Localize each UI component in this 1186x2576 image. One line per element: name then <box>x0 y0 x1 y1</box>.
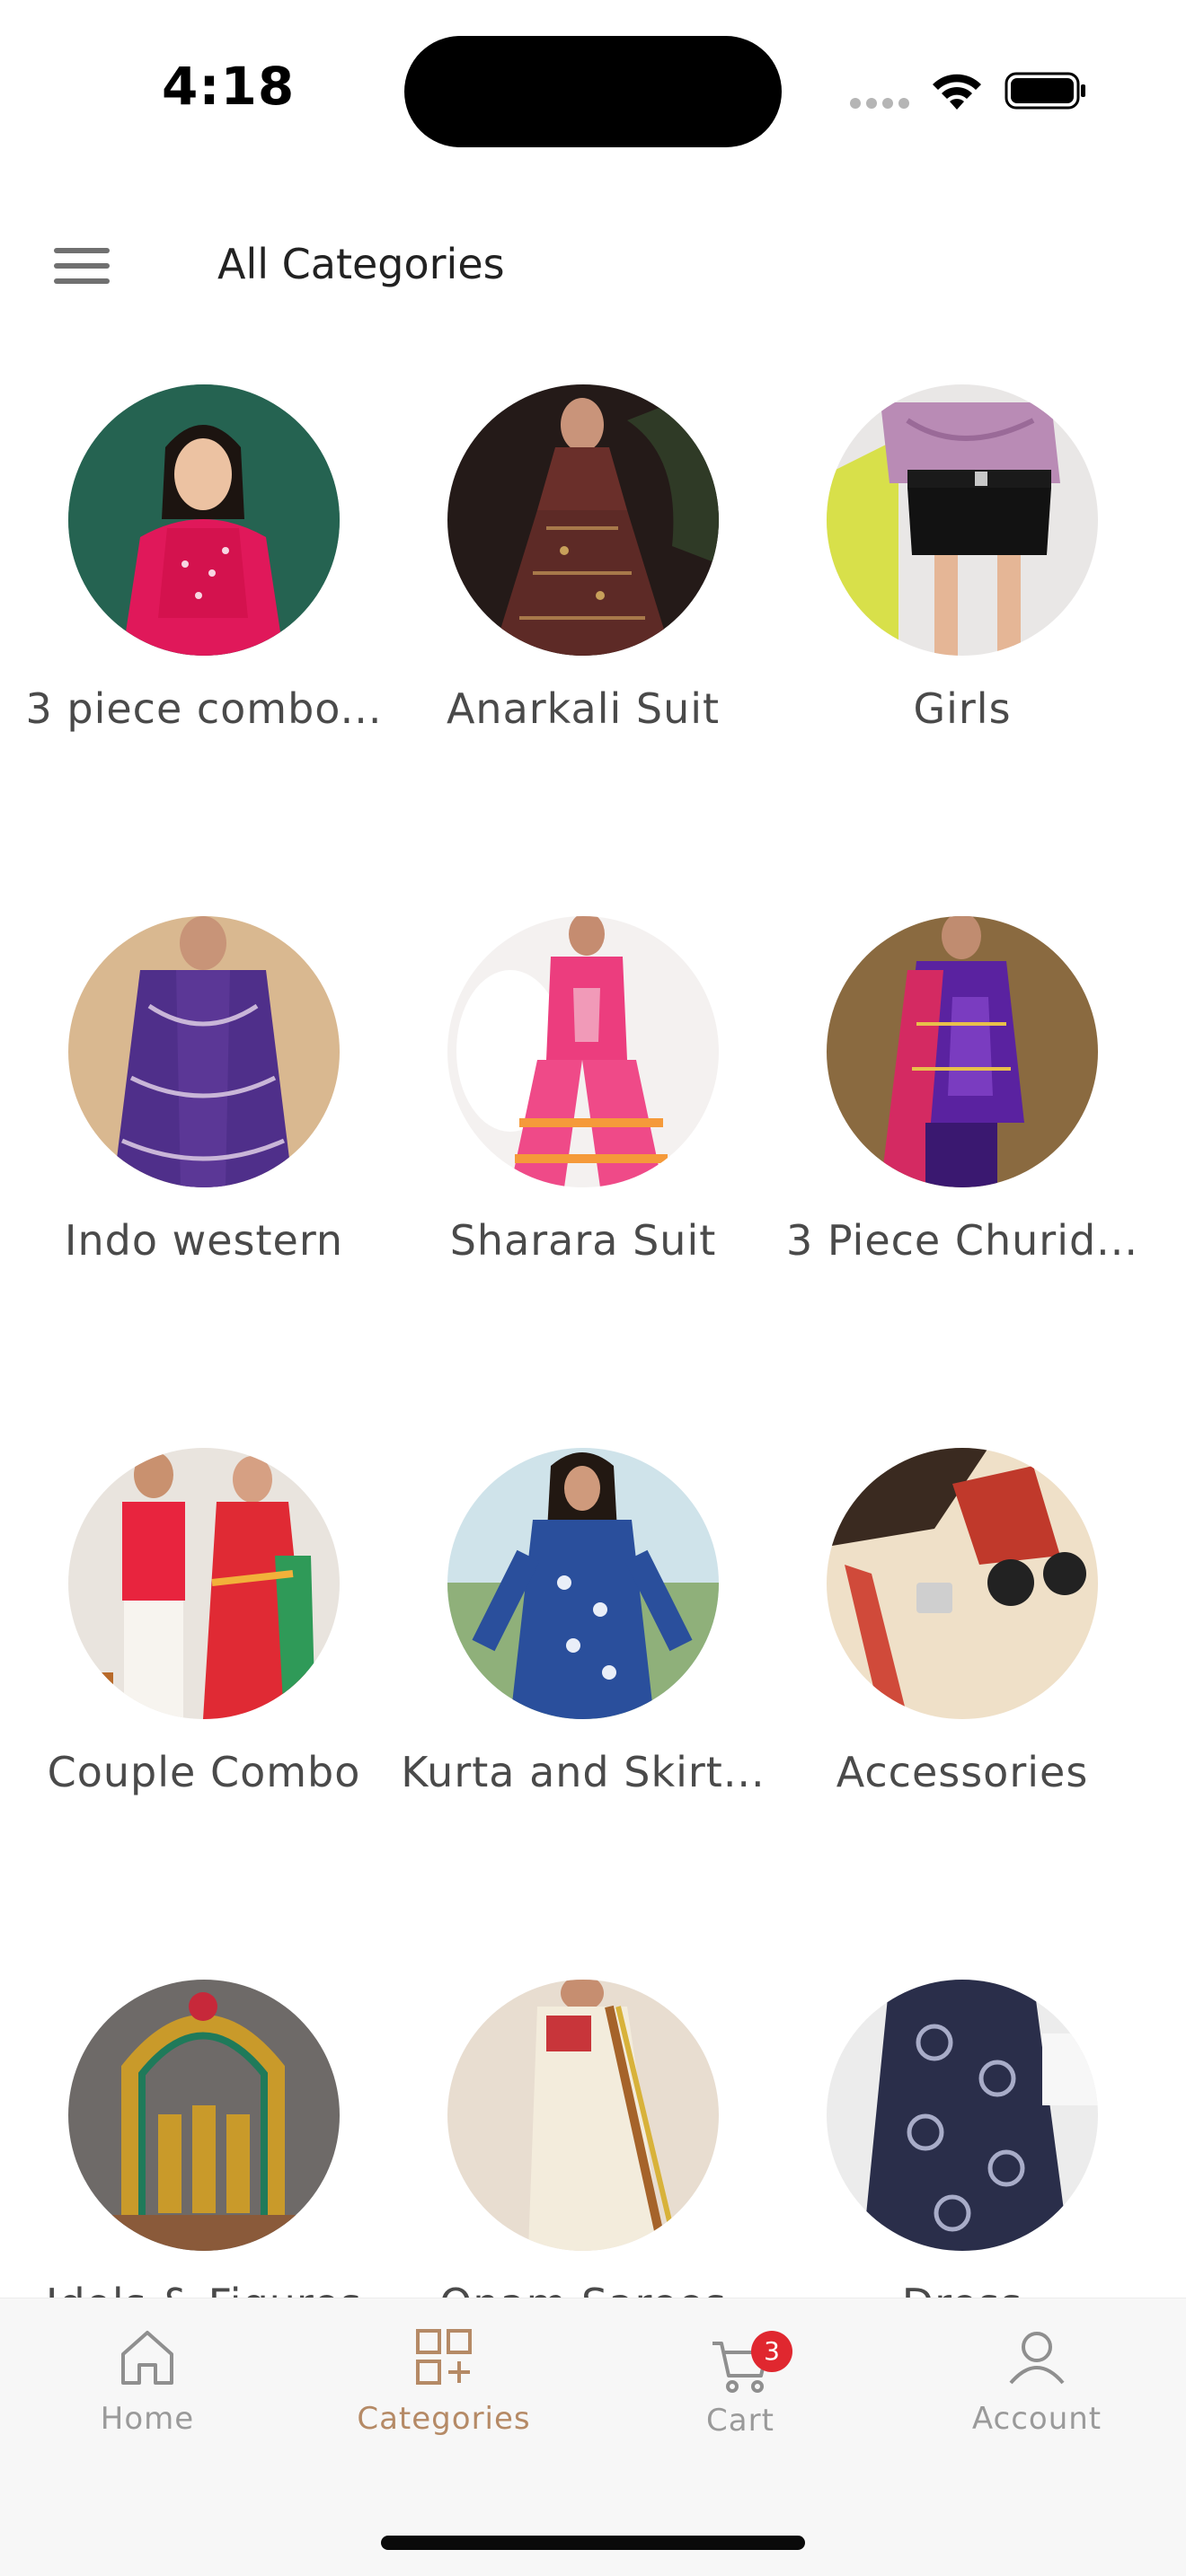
home-indicator <box>381 2536 805 2550</box>
category-image <box>68 384 340 656</box>
category-image <box>68 1448 340 1719</box>
category-item[interactable]: Idols & Figures <box>14 1980 394 2298</box>
category-item[interactable]: 3 piece combo... <box>14 384 394 780</box>
category-image <box>827 384 1098 656</box>
category-item[interactable]: Couple Combo <box>14 1448 394 1843</box>
category-label: Idols & Figures <box>14 2280 394 2298</box>
category-image <box>447 384 719 656</box>
cart-count-badge: 3 <box>751 2331 792 2372</box>
category-label: Girls <box>913 684 1012 733</box>
category-label: Onam Sarees <box>394 2280 773 2298</box>
category-image <box>447 1448 719 1719</box>
category-image <box>827 1980 1098 2251</box>
category-image <box>447 916 719 1187</box>
category-item[interactable]: Accessories <box>773 1448 1152 1843</box>
category-item[interactable]: Anarkali Suit <box>394 384 773 780</box>
bottom-tab-bar: Home Categories 3 Cart Account <box>0 2298 1186 2576</box>
tab-label: Account <box>971 2401 1102 2437</box>
cellular-signal-icon <box>850 98 909 109</box>
wifi-icon <box>933 74 981 110</box>
category-label: Couple Combo <box>47 1748 361 1796</box>
tab-categories[interactable]: Categories <box>327 2325 561 2478</box>
tab-cart[interactable]: 3 Cart <box>624 2325 857 2478</box>
status-time: 4:18 <box>162 56 296 117</box>
dynamic-island <box>404 36 782 147</box>
category-item[interactable]: Girls <box>773 384 1152 780</box>
category-item[interactable]: Indo western <box>14 916 394 1311</box>
battery-icon <box>1005 72 1085 110</box>
tab-label: Home <box>100 2401 195 2437</box>
category-label: Accessories <box>836 1748 1089 1796</box>
top-app-bar: All Categories <box>0 207 1186 323</box>
category-item[interactable]: Onam Sarees <box>394 1980 773 2298</box>
category-item[interactable]: 3 Piece Churid... <box>773 916 1152 1311</box>
category-grid: 3 piece combo... Anarkali Suit Girls Ind… <box>0 384 1186 2298</box>
tab-label: Cart <box>706 2403 774 2439</box>
hamburger-menu-icon[interactable] <box>52 243 119 289</box>
account-icon <box>1009 2332 1065 2385</box>
category-label: Kurta and Skirt... <box>401 1748 766 1796</box>
category-label: 3 Piece Churid... <box>785 1216 1139 1265</box>
category-image <box>68 1980 340 2251</box>
category-image <box>68 916 340 1187</box>
categories-icon <box>416 2329 472 2385</box>
tab-home[interactable]: Home <box>31 2325 264 2478</box>
category-item[interactable]: Dress <box>773 1980 1152 2298</box>
status-bar: 4:18 <box>0 0 1186 180</box>
category-image <box>447 1980 719 2251</box>
category-label: Anarkali Suit <box>446 684 721 733</box>
tab-account[interactable]: Account <box>920 2325 1154 2478</box>
page-title: All Categories <box>217 240 505 288</box>
category-image <box>827 1448 1098 1719</box>
app-screen: 4:18 All Categories 3 piece combo... Ana… <box>0 0 1186 2576</box>
category-item[interactable]: Sharara Suit <box>394 916 773 1311</box>
category-item[interactable]: Kurta and Skirt... <box>394 1448 773 1843</box>
category-label: Dress <box>773 2280 1152 2298</box>
category-image <box>827 916 1098 1187</box>
category-label: 3 piece combo... <box>25 684 383 733</box>
tab-label: Categories <box>357 2401 531 2437</box>
category-label: Indo western <box>64 1216 344 1265</box>
category-label: Sharara Suit <box>449 1216 717 1265</box>
home-icon <box>121 2331 173 2385</box>
